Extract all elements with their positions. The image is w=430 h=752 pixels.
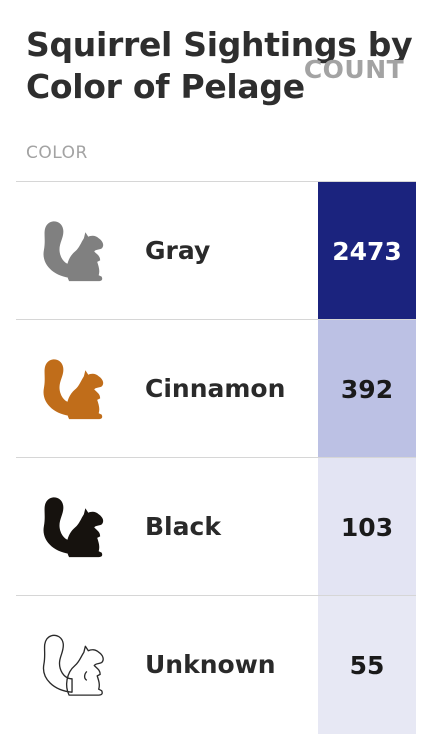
count-cell-black: 103 xyxy=(318,458,416,596)
row-label-cinnamon: Cinnamon xyxy=(145,374,286,403)
table-row-cinnamon: Cinnamon 392 xyxy=(16,319,416,458)
row-label-unknown: Unknown xyxy=(145,650,276,679)
row-label-black: Black xyxy=(145,512,221,541)
count-cell-gray: 2473 xyxy=(318,182,416,320)
row-label-gray: Gray xyxy=(145,236,211,265)
table-row-gray: Gray 2473 xyxy=(16,181,416,320)
sightings-table: Gray 2473 Cinnamon 392 Black 103 Unknown… xyxy=(16,181,416,734)
table-row-black: Black 103 xyxy=(16,457,416,596)
column-header-color: COLOR xyxy=(26,143,88,163)
squirrel-icon xyxy=(43,359,104,420)
squirrel-icon xyxy=(43,497,104,558)
column-header-count: COUNT xyxy=(303,54,405,84)
count-cell-unknown: 55 xyxy=(318,596,416,734)
table-row-unknown: Unknown 55 xyxy=(16,595,416,734)
squirrel-icon xyxy=(43,221,104,282)
chart-container: Squirrel Sightings by Color of Pelage CO… xyxy=(0,0,430,752)
squirrel-outline-icon xyxy=(42,634,104,696)
count-cell-cinnamon: 392 xyxy=(318,320,416,458)
